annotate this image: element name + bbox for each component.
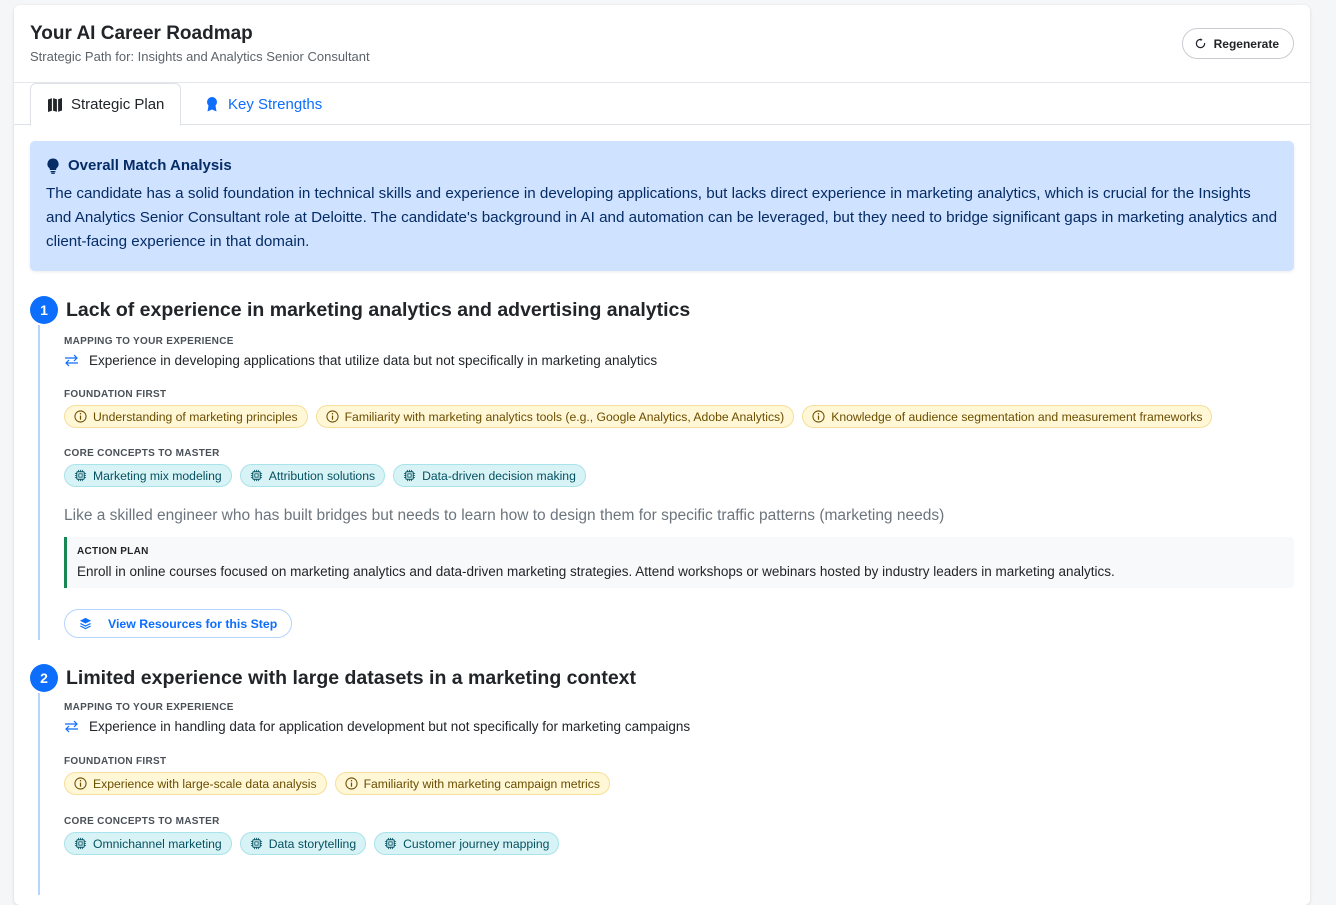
action-plan-label: ACTION PLAN: [77, 546, 149, 557]
card-header: Your AI Career Roadmap Strategic Path fo…: [14, 5, 1310, 83]
info-icon: [74, 410, 87, 423]
mapping-text: Experience in handling data for applicat…: [89, 719, 691, 734]
cpu-icon: [250, 837, 262, 850]
info-icon: [326, 410, 339, 423]
step-header: 2 Limited experience with large datasets…: [30, 663, 1294, 693]
map-icon: [48, 97, 62, 112]
refresh-icon: [1195, 38, 1205, 49]
tab-label: Strategic Plan: [71, 96, 165, 113]
roadmap-card: Your AI Career Roadmap Strategic Path fo…: [14, 5, 1310, 905]
match-analysis-panel: Overall Match Analysis The candidate has…: [30, 141, 1294, 271]
step-body: MAPPING TO YOUR EXPERIENCE Experience in…: [38, 325, 1294, 640]
action-plan-box: ACTION PLAN Enroll in online courses foc…: [64, 537, 1294, 588]
foundation-chips: Understanding of marketing principles Fa…: [64, 405, 1294, 428]
arrows-exchange-icon: [65, 720, 78, 733]
info-icon: [74, 777, 87, 790]
step-body: MAPPING TO YOUR EXPERIENCE Experience in…: [38, 693, 1294, 895]
analogy-text: Like a skilled engineer who has built br…: [64, 507, 945, 524]
chip-label: Data storytelling: [268, 836, 357, 851]
step-title: Limited experience with large datasets i…: [66, 666, 637, 689]
cpu-icon: [250, 469, 262, 482]
analysis-text: The candidate has a solid foundation in …: [46, 185, 1278, 250]
cpu-icon: [74, 469, 87, 482]
layers-icon: [79, 617, 92, 630]
chip-label: Understanding of marketing principles: [93, 409, 298, 424]
foundation-chip: Familiarity with marketing analytics too…: [315, 405, 795, 428]
tab-label: Key Strengths: [228, 95, 323, 113]
analysis-heading-text: Overall Match Analysis: [68, 157, 232, 174]
core-chip: Attribution solutions: [239, 464, 386, 487]
foundation-chips: Experience with large-scale data analysi…: [64, 772, 1294, 795]
regenerate-button[interactable]: Regenerate: [1181, 28, 1294, 59]
step-title: Lack of experience in marketing analytic…: [66, 298, 691, 321]
foundation-chip: Understanding of marketing principles: [64, 405, 308, 428]
page-title: Your AI Career Roadmap: [30, 23, 253, 44]
core-chip: Data storytelling: [239, 832, 367, 855]
step-header: 1 Lack of experience in marketing analyt…: [30, 295, 1294, 325]
tab-bar: Strategic Plan Key Strengths: [14, 83, 1310, 126]
mapping-row: Experience in handling data for applicat…: [64, 719, 1294, 734]
chip-label: Data-driven decision making: [422, 468, 576, 483]
info-icon: [812, 410, 825, 423]
chip-label: Experience with large-scale data analysi…: [93, 776, 317, 791]
roadmap-step-1: 1 Lack of experience in marketing analyt…: [30, 295, 1294, 640]
chip-label: Familiarity with marketing campaign metr…: [363, 776, 600, 791]
cpu-icon: [74, 837, 87, 850]
core-chip: Marketing mix modeling: [64, 464, 232, 487]
mapping-label: MAPPING TO YOUR EXPERIENCE: [64, 336, 234, 347]
chip-label: Knowledge of audience segmentation and m…: [831, 409, 1203, 424]
page-subtitle: Strategic Path for: Insights and Analyti…: [30, 49, 370, 64]
chip-label: Attribution solutions: [268, 468, 376, 483]
core-chip: Data-driven decision making: [393, 464, 586, 487]
core-chip: Omnichannel marketing: [64, 832, 232, 855]
core-label: CORE CONCEPTS TO MASTER: [64, 816, 220, 827]
mapping-text: Experience in developing applications th…: [89, 353, 658, 368]
core-chips: Marketing mix modeling Attribution solut…: [64, 464, 1294, 487]
chip-label: Familiarity with marketing analytics too…: [344, 409, 785, 424]
action-plan-text: Enroll in online courses focused on mark…: [77, 564, 1115, 579]
lightbulb-icon: [47, 157, 59, 174]
award-icon: [207, 97, 217, 112]
core-chips: Omnichannel marketing Data storytelling …: [64, 832, 1294, 855]
foundation-label: FOUNDATION FIRST: [64, 756, 167, 767]
analysis-heading: Overall Match Analysis: [46, 157, 1278, 174]
mapping-label: MAPPING TO YOUR EXPERIENCE: [64, 702, 234, 713]
info-icon: [344, 777, 358, 790]
view-resources-button[interactable]: View Resources for this Step: [64, 609, 293, 638]
tab-strategic-plan[interactable]: Strategic Plan: [30, 83, 182, 126]
view-resources-label: View Resources for this Step: [108, 616, 278, 631]
core-label: CORE CONCEPTS TO MASTER: [64, 448, 220, 459]
foundation-label: FOUNDATION FIRST: [64, 389, 167, 400]
foundation-chip: Familiarity with marketing campaign metr…: [334, 772, 610, 795]
chip-label: Customer journey mapping: [403, 836, 550, 851]
regenerate-label: Regenerate: [1213, 36, 1279, 51]
step-number-badge: 1: [30, 296, 58, 324]
core-chip: Customer journey mapping: [374, 832, 560, 855]
tab-key-strengths[interactable]: Key Strengths: [188, 83, 338, 125]
arrows-exchange-icon: [65, 354, 78, 367]
cpu-icon: [385, 837, 397, 850]
step-number-badge: 2: [30, 664, 58, 692]
foundation-chip: Knowledge of audience segmentation and m…: [802, 405, 1213, 428]
roadmap-step-2: 2 Limited experience with large datasets…: [30, 663, 1294, 895]
mapping-row: Experience in developing applications th…: [64, 353, 1294, 368]
chip-label: Marketing mix modeling: [93, 468, 222, 483]
cpu-icon: [404, 469, 416, 482]
foundation-chip: Experience with large-scale data analysi…: [64, 772, 327, 795]
chip-label: Omnichannel marketing: [93, 836, 222, 851]
